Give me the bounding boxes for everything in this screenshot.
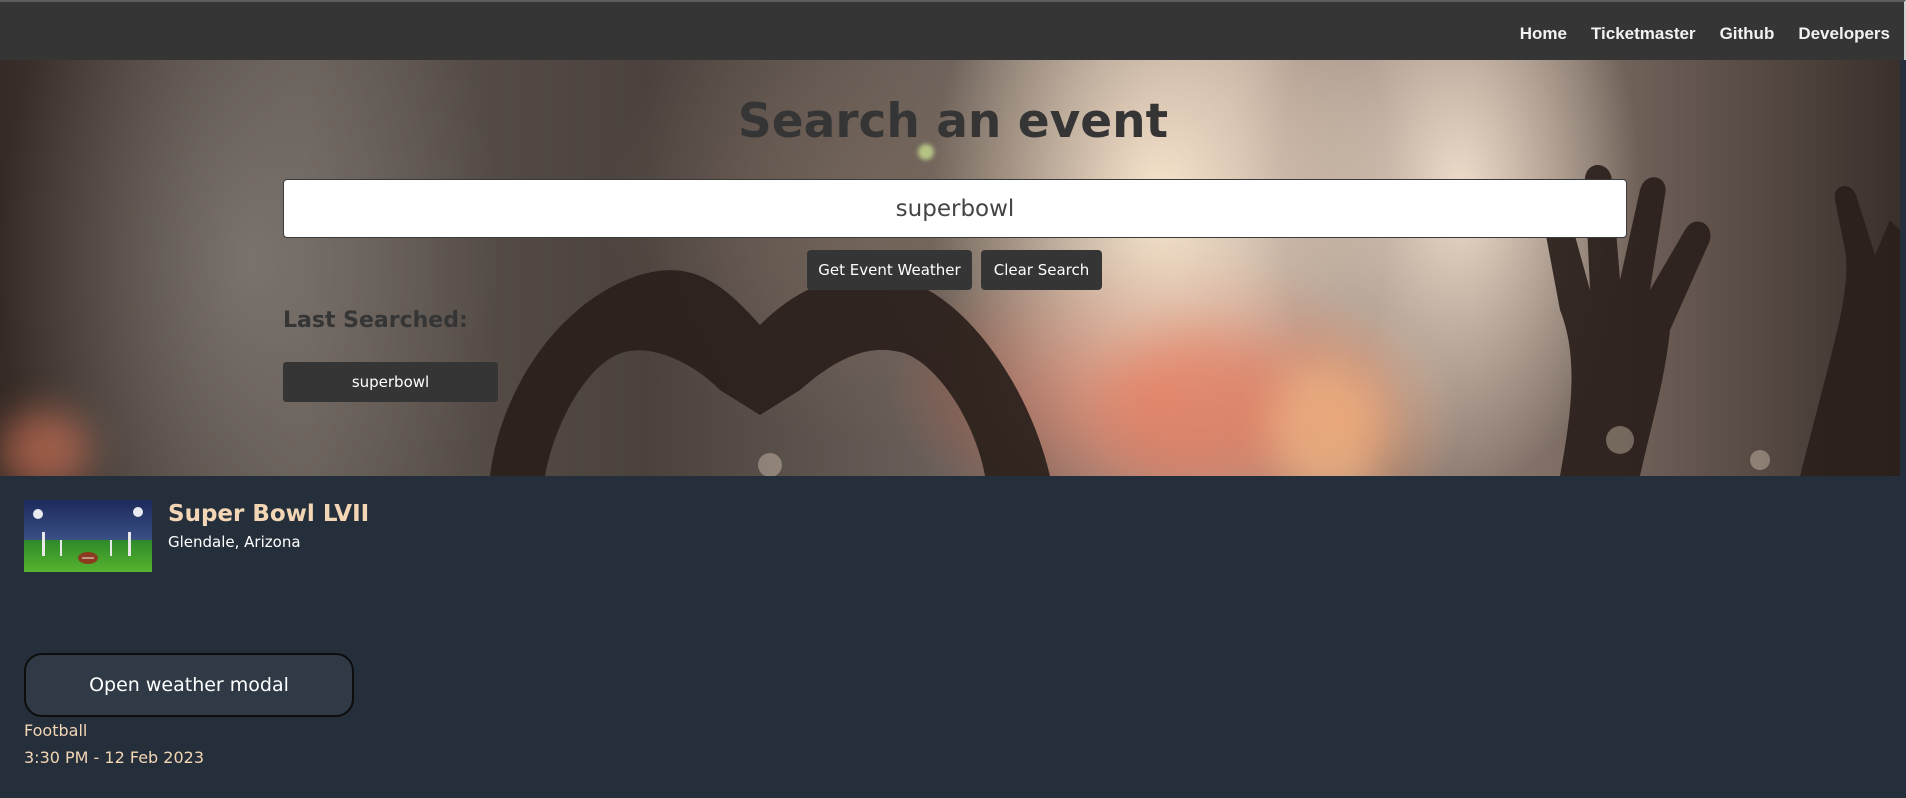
last-searched-heading: Last Searched: [283, 308, 468, 333]
nav-link-home[interactable]: Home [1520, 24, 1567, 44]
page-title: Search an event [737, 94, 1169, 149]
clear-search-button[interactable]: Clear Search [981, 250, 1102, 290]
event-title: Super Bowl LVII [168, 501, 370, 527]
event-datetime: 3:30 PM - 12 Feb 2023 [24, 748, 204, 767]
event-thumbnail [24, 500, 152, 572]
stadium-image [24, 500, 152, 572]
top-navbar: Home Ticketmaster Github Developers [0, 0, 1906, 60]
event-results: Super Bowl LVII Glendale, Arizona Open w… [0, 476, 1900, 798]
event-genre: Football [24, 721, 88, 740]
get-event-weather-button[interactable]: Get Event Weather [807, 250, 972, 290]
open-weather-modal-button[interactable]: Open weather modal [24, 653, 354, 717]
nav-links: Home Ticketmaster Github Developers [1520, 24, 1890, 44]
hero-section: Search an event Get Event Weather Clear … [0, 60, 1900, 476]
event-location: Glendale, Arizona [168, 533, 301, 551]
nav-link-developers[interactable]: Developers [1798, 24, 1890, 44]
event-search-input[interactable] [283, 179, 1627, 238]
nav-link-ticketmaster[interactable]: Ticketmaster [1591, 24, 1696, 44]
search-history-item[interactable]: superbowl [283, 362, 498, 402]
nav-link-github[interactable]: Github [1720, 24, 1775, 44]
